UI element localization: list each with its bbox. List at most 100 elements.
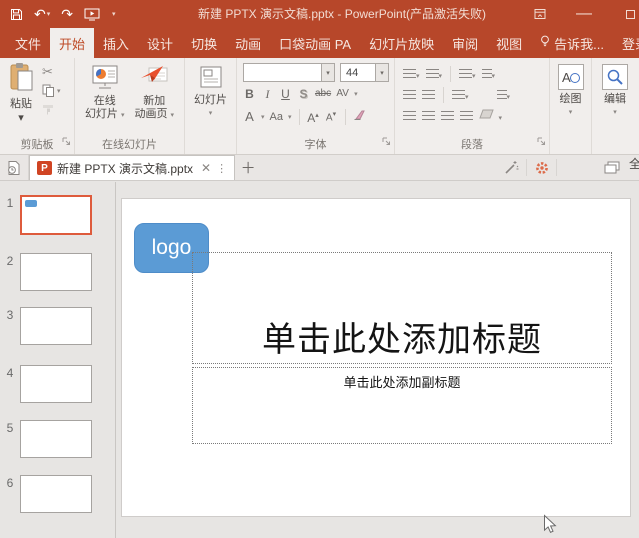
- ribbon: 粘贴 ▾ ✂ ▾ 剪贴板 在线 幻灯片 ▾ 新加 动画页 ▾ 在线幻灯片 幻灯片…: [0, 58, 639, 155]
- thumbnail[interactable]: [20, 420, 92, 458]
- paragraph-dialog-launcher-icon[interactable]: [537, 133, 546, 151]
- font-color-dropdown-icon[interactable]: ▾: [261, 113, 265, 121]
- new-tab-button[interactable]: ＋: [235, 155, 261, 180]
- start-slideshow-icon[interactable]: [84, 8, 100, 21]
- font-name-dropdown-icon[interactable]: ▾: [321, 64, 334, 81]
- tab-review[interactable]: 审阅: [443, 28, 487, 58]
- svg-text:A: A: [562, 70, 571, 85]
- line-spacing-icon[interactable]: ▾: [459, 65, 476, 83]
- save-icon[interactable]: [10, 8, 23, 21]
- tab-insert[interactable]: 插入: [94, 28, 138, 58]
- ribbon-tab-bar: 文件 开始 插入 设计 切换 动画 口袋动画 PA 幻灯片放映 审阅 视图 告诉…: [0, 28, 639, 58]
- quick-access-toolbar: ↶ ▾ ↷ ▾: [10, 0, 116, 28]
- font-color-row: A ▾ Aa ▾ A▴ A▾: [243, 107, 366, 126]
- slide-thumbnail-6[interactable]: 6: [0, 475, 92, 513]
- tab-animations[interactable]: 动画: [226, 28, 270, 58]
- clear-formatting-icon[interactable]: [353, 108, 366, 126]
- group-clipboard: 粘贴 ▾ ✂ ▾ 剪贴板: [0, 58, 75, 154]
- underline-button[interactable]: U: [279, 86, 292, 102]
- cut-button[interactable]: ✂: [42, 64, 53, 79]
- undo-icon[interactable]: ↶ ▾: [34, 7, 50, 21]
- paste-button[interactable]: 粘贴 ▾: [4, 62, 38, 124]
- font-dialog-launcher-icon[interactable]: [382, 133, 391, 151]
- font-group-label: 字体: [304, 139, 327, 151]
- thumbnail[interactable]: [20, 307, 92, 345]
- character-spacing-button[interactable]: AV: [336, 86, 349, 102]
- font-name-combobox[interactable]: ▾: [243, 63, 335, 82]
- change-case-dropdown-icon[interactable]: ▾: [288, 113, 292, 121]
- slide-thumbnail-4[interactable]: 4: [0, 365, 92, 403]
- slide-thumbnail-1[interactable]: 1: [0, 195, 92, 235]
- numbering-icon[interactable]: ▾: [425, 65, 442, 83]
- maximize-button[interactable]: [615, 0, 639, 28]
- format-painter-button[interactable]: [42, 102, 55, 117]
- align-center-icon[interactable]: [422, 107, 435, 125]
- tab-home[interactable]: 开始: [50, 28, 95, 58]
- tab-tell-me[interactable]: 告诉我...: [531, 28, 613, 58]
- title-placeholder[interactable]: 单击此处添加标题: [192, 252, 612, 364]
- decrease-indent-icon[interactable]: [403, 86, 416, 104]
- customize-qat-icon[interactable]: ▾: [112, 11, 116, 18]
- edit-button[interactable]: 编辑 ▾: [592, 58, 638, 119]
- tab-menu-icon[interactable]: ⋮: [216, 162, 227, 175]
- paragraph-row-1: ▾ ▾ ▾ ▾: [403, 65, 495, 83]
- increase-indent-icon[interactable]: [422, 86, 435, 104]
- font-size-combobox[interactable]: 44 ▾: [340, 63, 389, 82]
- text-direction-icon[interactable]: ▾: [481, 65, 495, 83]
- new-slide-button[interactable]: 幻灯片 ▾: [185, 58, 236, 120]
- cascade-windows-icon[interactable]: [595, 155, 629, 180]
- settings-gear-icon[interactable]: [527, 155, 556, 180]
- bold-button[interactable]: B: [243, 86, 256, 102]
- mouse-cursor: [543, 514, 558, 538]
- minimize-button[interactable]: —: [569, 0, 599, 28]
- slide-thumbnail-3[interactable]: 3: [0, 307, 92, 345]
- clipboard-dialog-launcher-icon[interactable]: [62, 133, 71, 151]
- tab-transitions[interactable]: 切换: [182, 28, 226, 58]
- document-tab[interactable]: P 新建 PPTX 演示文稿.pptx ✕ ⋮: [29, 155, 236, 180]
- thumbnail[interactable]: [20, 365, 92, 403]
- close-tab-icon[interactable]: ✕: [201, 161, 211, 175]
- columns-icon[interactable]: ▾: [452, 86, 469, 104]
- subtitle-placeholder[interactable]: 单击此处添加副标题: [192, 367, 612, 444]
- character-spacing-dropdown-icon[interactable]: ▾: [354, 90, 358, 98]
- tab-file[interactable]: 文件: [6, 28, 50, 58]
- slide-number: 5: [6, 421, 14, 435]
- smartart-icon[interactable]: ▾: [479, 107, 502, 125]
- thumbnail[interactable]: [20, 195, 92, 235]
- undo-dropdown-icon[interactable]: ▾: [47, 11, 51, 18]
- align-text-icon[interactable]: ▾: [496, 86, 510, 104]
- slide-thumbnail-5[interactable]: 5: [0, 420, 92, 458]
- decrease-font-size-button[interactable]: A▾: [325, 107, 338, 126]
- recent-documents-icon[interactable]: [0, 155, 29, 180]
- font-size-dropdown-icon[interactable]: ▾: [375, 64, 388, 81]
- align-left-icon[interactable]: [403, 107, 416, 125]
- align-right-icon[interactable]: [441, 107, 454, 125]
- tab-slideshow[interactable]: 幻灯片放映: [360, 28, 443, 58]
- group-edit: 编辑 ▾: [592, 58, 638, 154]
- magnifier-icon: [602, 64, 628, 90]
- tab-design[interactable]: 设计: [138, 28, 182, 58]
- font-color-button[interactable]: A: [243, 109, 256, 125]
- redo-icon[interactable]: ↷: [61, 7, 73, 21]
- tab-pocket-animation[interactable]: 口袋动画 PA: [270, 28, 360, 58]
- bullets-icon[interactable]: ▾: [403, 65, 420, 83]
- copy-dropdown-icon[interactable]: ▾: [57, 87, 61, 95]
- italic-button[interactable]: I: [261, 86, 274, 102]
- draw-button[interactable]: A 绘图 ▾: [550, 58, 591, 119]
- magic-wand-icon[interactable]: [497, 155, 526, 180]
- increase-font-size-button[interactable]: A▴: [307, 108, 320, 126]
- paper-plane-icon: [139, 64, 169, 95]
- sign-in-link[interactable]: 登录: [613, 28, 639, 58]
- copy-button[interactable]: ▾: [42, 83, 61, 98]
- thumbnail[interactable]: [20, 253, 92, 291]
- thumbnail[interactable]: [20, 475, 92, 513]
- tab-view[interactable]: 视图: [487, 28, 531, 58]
- paste-dropdown-icon[interactable]: ▾: [18, 111, 24, 124]
- font-style-row: B I U S abc AV ▾: [243, 86, 358, 102]
- strikethrough-button[interactable]: abc: [315, 86, 331, 102]
- change-case-button[interactable]: Aa: [270, 109, 283, 125]
- text-shadow-button[interactable]: S: [297, 86, 310, 102]
- justify-icon[interactable]: [460, 107, 473, 125]
- ribbon-display-options-icon[interactable]: [525, 0, 555, 28]
- slide-thumbnail-2[interactable]: 2: [0, 253, 92, 291]
